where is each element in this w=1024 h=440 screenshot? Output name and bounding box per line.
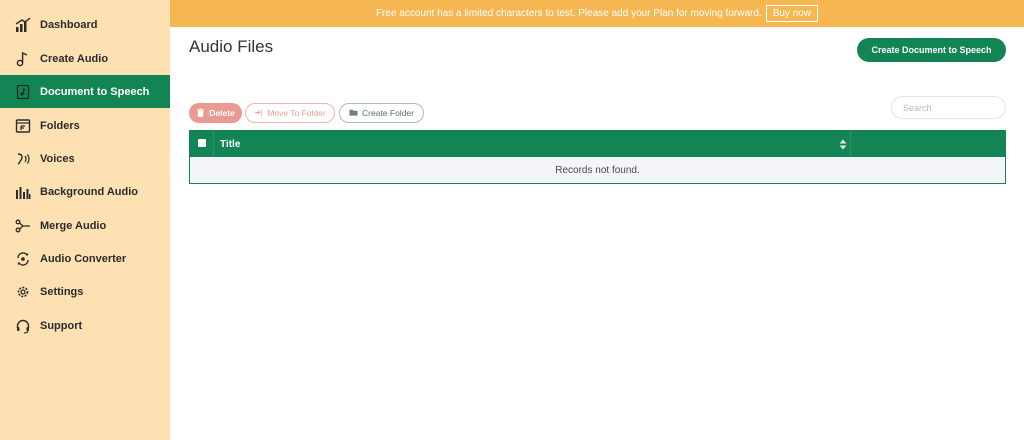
move-to-folder-button[interactable]: Move To Folder (245, 103, 335, 123)
voice-icon (14, 150, 32, 168)
empty-message: Records not found. (555, 164, 640, 176)
column-header-title[interactable]: Title (220, 139, 240, 150)
plan-banner: Free account has a limited characters to… (170, 0, 1024, 27)
sidebar-item-label: Document to Speech (40, 85, 150, 98)
sidebar-item-label: Merge Audio (40, 219, 107, 232)
search-input[interactable] (891, 96, 1006, 119)
sidebar-item-folders[interactable]: Folders (0, 109, 170, 142)
merge-icon (14, 217, 32, 235)
sidebar-item-document-to-speech[interactable]: Document to Speech (0, 75, 170, 108)
sidebar-item-label: Create Audio (40, 52, 109, 65)
sidebar-item-support[interactable]: Support (0, 309, 170, 342)
sidebar-item-label: Settings (40, 285, 84, 298)
select-all-checkbox[interactable] (198, 139, 206, 147)
audio-files-table: Title Records not found. (189, 130, 1006, 184)
folder-icon (14, 117, 32, 135)
sidebar-item-label: Voices (40, 152, 75, 165)
sidebar-item-background-audio[interactable]: Background Audio (0, 175, 170, 208)
trash-icon (196, 107, 205, 119)
move-to-folder-label: Move To Folder (267, 108, 326, 118)
delete-label: Delete (209, 108, 235, 118)
table-header: Title (190, 131, 1005, 157)
move-icon (254, 108, 263, 119)
gear-icon (14, 283, 32, 301)
music-note-icon (14, 50, 32, 68)
headset-icon (14, 317, 32, 335)
sidebar-item-settings[interactable]: Settings (0, 275, 170, 308)
sidebar-item-audio-converter[interactable]: Audio Converter (0, 242, 170, 275)
sidebar-item-merge-audio[interactable]: Merge Audio (0, 209, 170, 242)
create-folder-label: Create Folder (362, 108, 414, 118)
sidebar-item-label: Support (40, 319, 83, 332)
sort-icon[interactable] (839, 139, 847, 150)
delete-button[interactable]: Delete (189, 103, 242, 123)
sidebar: Dashboard Create Audio Document to Speec… (0, 0, 170, 440)
empty-state-row: Records not found. (190, 157, 1005, 183)
sidebar-item-voices[interactable]: Voices (0, 142, 170, 175)
convert-icon (14, 250, 32, 268)
sidebar-item-label: Dashboard (40, 18, 98, 31)
chart-bars-icon (14, 16, 32, 34)
create-folder-button[interactable]: Create Folder (339, 103, 424, 123)
sidebar-item-label: Background Audio (40, 185, 138, 198)
sidebar-item-label: Folders (40, 119, 80, 132)
document-audio-icon (14, 83, 32, 101)
sidebar-item-create-audio[interactable]: Create Audio (0, 42, 170, 75)
folder-open-icon (349, 108, 358, 119)
page-title: Audio Files (189, 37, 274, 56)
banner-message: Free account has a limited characters to… (375, 8, 762, 19)
column-divider (213, 131, 214, 157)
create-document-to-speech-button[interactable]: Create Document to Speech (857, 38, 1006, 62)
buy-now-button[interactable]: Buy now (765, 5, 819, 22)
column-divider (850, 131, 851, 157)
equalizer-icon (14, 183, 32, 201)
sidebar-item-label: Audio Converter (40, 252, 127, 265)
sidebar-item-dashboard[interactable]: Dashboard (0, 8, 170, 41)
